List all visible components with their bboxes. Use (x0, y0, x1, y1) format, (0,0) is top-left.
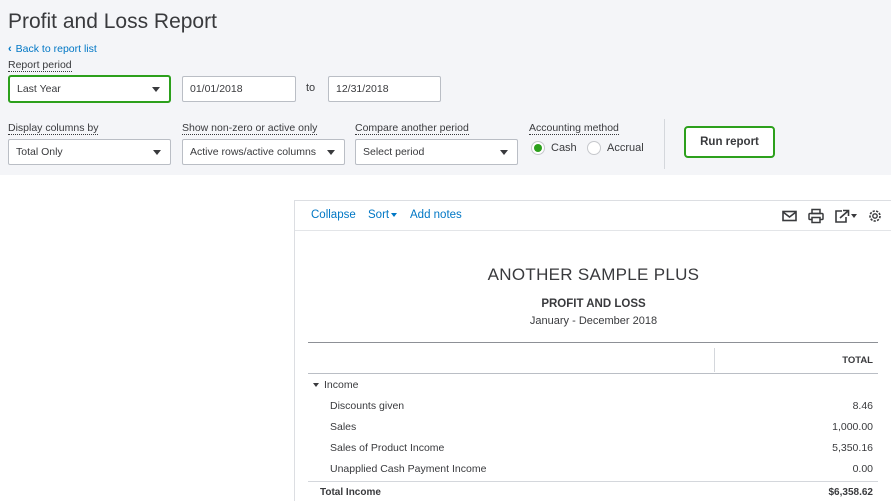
email-icon[interactable] (781, 208, 799, 224)
compare-period-label: Compare another period (355, 122, 469, 135)
column-header-total: TOTAL (842, 355, 873, 366)
row-name: Unapplied Cash Payment Income (330, 463, 487, 475)
display-columns-label-wrap: Display columns by (8, 118, 99, 136)
page-title: Profit and Loss Report (8, 10, 217, 33)
divider (664, 119, 665, 169)
report-period-value: Last Year (17, 83, 61, 95)
display-columns-value: Total Only (16, 146, 63, 158)
total-amount[interactable]: $6,358.62 (829, 487, 874, 498)
to-date-input[interactable]: 12/31/2018 (328, 76, 441, 102)
row-amount[interactable]: 5,350.16 (832, 442, 873, 454)
gear-icon[interactable] (866, 208, 884, 224)
show-nonzero-value: Active rows/active columns (190, 146, 317, 158)
table-row: Discounts given 8.46 (308, 396, 878, 417)
income-section-row[interactable]: Income (308, 375, 878, 396)
caret-down-icon (500, 150, 508, 155)
back-link-label: Back to report list (15, 43, 97, 55)
report-date-range: January - December 2018 (529, 315, 658, 327)
row-amount[interactable]: 0.00 (853, 463, 873, 475)
accrual-radio-label: Accrual (607, 142, 644, 154)
sort-button[interactable]: Sort (368, 209, 398, 221)
caret-down-icon (153, 150, 161, 155)
table-row: Sales 1,000.00 (308, 417, 878, 438)
from-date-input[interactable]: 01/01/2018 (182, 76, 296, 102)
accounting-method-label: Accounting method (529, 122, 619, 135)
compare-period-label-wrap: Compare another period (355, 118, 469, 136)
accounting-method-label-wrap: Accounting method (529, 118, 619, 136)
report-period-label-wrap: Report period (8, 55, 72, 73)
report-period-select[interactable]: Last Year (8, 75, 171, 103)
row-name: Sales (330, 421, 357, 433)
row-name: Sales of Product Income (330, 442, 445, 454)
company-name: ANOTHER SAMPLE PLUS (487, 265, 700, 284)
row-amount[interactable]: 1,000.00 (832, 421, 873, 433)
cash-radio-option[interactable]: Cash (531, 141, 577, 155)
table-row: Unapplied Cash Payment Income 0.00 (308, 459, 878, 480)
report-settings-panel: Profit and Loss Report ‹ Back to report … (0, 0, 891, 175)
show-nonzero-label: Show non-zero or active only (182, 122, 318, 135)
export-icon[interactable] (833, 208, 859, 224)
add-notes-button[interactable]: Add notes (410, 209, 462, 221)
display-columns-select[interactable]: Total Only (8, 139, 171, 165)
section-label: Income (324, 379, 359, 391)
compare-period-value: Select period (363, 146, 425, 158)
back-to-report-list-link[interactable]: ‹ Back to report list (8, 43, 97, 55)
report-title: PROFIT AND LOSS (541, 298, 646, 310)
chevron-left-icon: ‹ (8, 43, 12, 55)
row-amount[interactable]: 8.46 (853, 400, 873, 412)
display-columns-label: Display columns by (8, 122, 99, 135)
cash-radio-label: Cash (551, 142, 577, 154)
to-label: to (306, 82, 316, 94)
caret-down-icon (391, 212, 398, 217)
accrual-radio[interactable] (587, 141, 601, 155)
total-name: Total Income (320, 487, 381, 498)
caret-down-icon (152, 87, 160, 92)
row-name: Discounts given (330, 400, 405, 412)
show-nonzero-select[interactable]: Active rows/active columns (182, 139, 345, 165)
divider (308, 373, 878, 374)
run-report-button[interactable]: Run report (684, 126, 775, 158)
table-row: Sales of Product Income 5,350.16 (308, 438, 878, 459)
divider (308, 342, 878, 343)
accrual-radio-option[interactable]: Accrual (587, 141, 644, 155)
sort-label: Sort (368, 209, 390, 221)
cash-radio[interactable] (531, 141, 545, 155)
show-nonzero-label-wrap: Show non-zero or active only (182, 118, 318, 136)
report-panel: Collapse Sort Add notes ANOTHER SAMPLE P… (294, 200, 891, 501)
report-period-label: Report period (8, 59, 72, 72)
total-income-row: Total Income $6,358.62 (308, 481, 878, 501)
compare-period-select[interactable]: Select period (355, 139, 518, 165)
report-toolbar: Collapse Sort Add notes (295, 201, 891, 231)
to-date-value: 12/31/2018 (336, 83, 389, 95)
collapse-button[interactable]: Collapse (311, 209, 356, 221)
print-icon[interactable] (807, 208, 825, 224)
caret-down-icon (327, 150, 335, 155)
from-date-value: 01/01/2018 (190, 83, 243, 95)
caret-down-icon[interactable] (313, 383, 319, 388)
